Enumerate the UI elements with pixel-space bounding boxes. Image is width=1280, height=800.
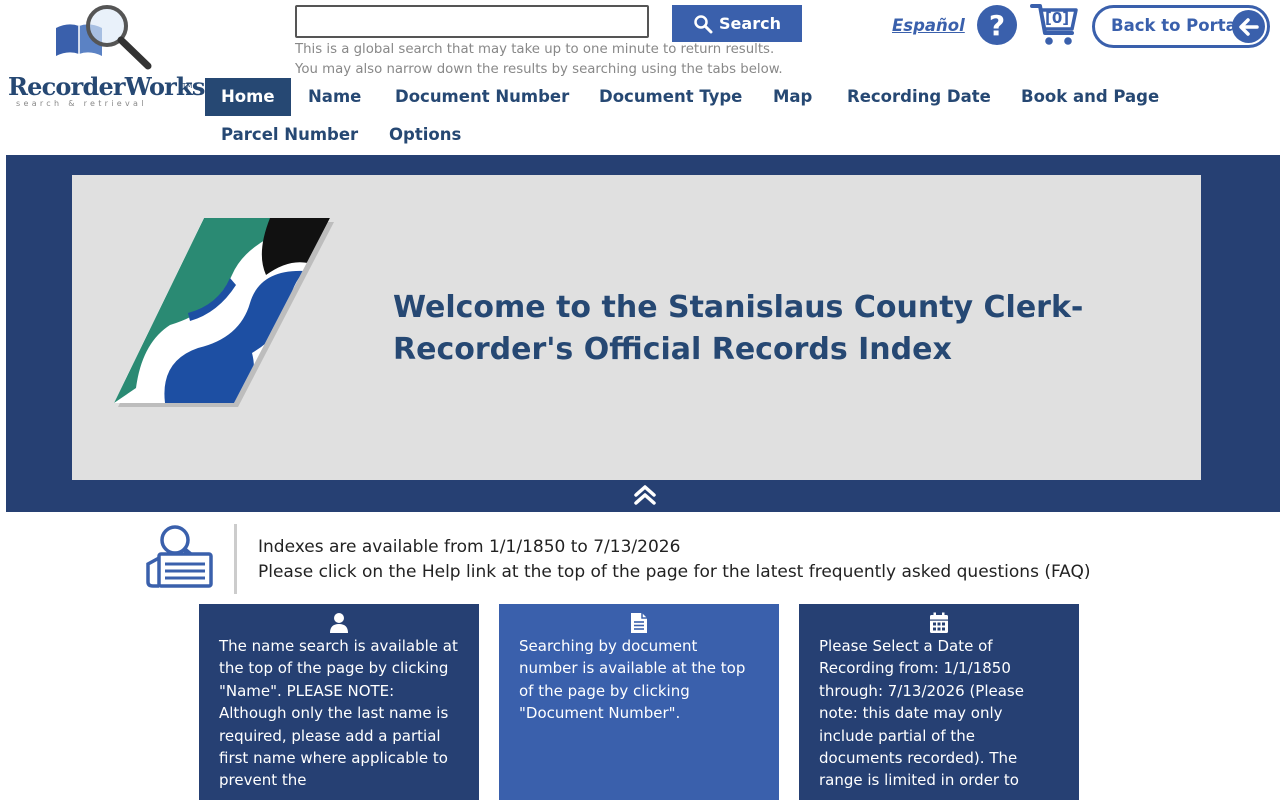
magnifier-icon	[694, 14, 713, 33]
welcome-panel: Welcome to the Stanislaus County Clerk- …	[72, 175, 1201, 480]
language-link[interactable]: Español	[892, 16, 965, 35]
search-hint-line1: This is a global search that may take up…	[295, 42, 775, 57]
tab-recording-date[interactable]: Recording Date	[831, 78, 1007, 116]
welcome-banner: Welcome to the Stanislaus County Clerk- …	[6, 155, 1280, 512]
search-button[interactable]: Search	[672, 5, 802, 42]
search-hint-line2: You may also narrow down the results by …	[295, 62, 783, 77]
cart-count: [0]	[1045, 9, 1070, 27]
logo-tagline: search & retrieval	[16, 99, 147, 108]
back-to-portal-label: Back to Portal	[1111, 16, 1243, 35]
logo-trademark: TM	[182, 82, 193, 90]
recording-date-card[interactable]: Please Select a Date of Recording from: …	[799, 604, 1079, 800]
tab-options[interactable]: Options	[373, 116, 477, 154]
document-number-card-text: Searching by document number is availabl…	[519, 637, 746, 723]
recording-date-card-text: Please Select a Date of Recording from: …	[819, 637, 1024, 790]
county-seal-logo	[114, 218, 334, 407]
tab-document-type[interactable]: Document Type	[583, 78, 758, 116]
document-icon	[631, 613, 647, 633]
back-to-portal-button[interactable]: Back to Portal	[1092, 5, 1270, 48]
search-button-label: Search	[719, 14, 781, 33]
tab-book-and-page[interactable]: Book and Page	[1005, 78, 1175, 116]
info-document-icon	[146, 525, 213, 588]
global-search-input[interactable]	[295, 5, 649, 38]
help-icon[interactable]: ?	[977, 5, 1017, 45]
welcome-title: Welcome to the Stanislaus County Clerk- …	[393, 287, 1083, 371]
arrow-left-icon	[1232, 10, 1265, 43]
book-magnifier-icon	[56, 5, 152, 70]
help-faq-text: Please click on the Help link at the top…	[258, 562, 1091, 582]
welcome-title-line2: Recorder's Official Records Index	[393, 332, 952, 367]
calendar-icon	[930, 612, 948, 633]
info-divider	[234, 524, 237, 594]
info-text: Indexes are available from 1/1/1850 to 7…	[258, 535, 1091, 585]
cart-button[interactable]: [0]	[1030, 3, 1080, 47]
index-availability-text: Indexes are available from 1/1/1850 to 7…	[258, 537, 681, 557]
recorderworks-logo[interactable]: RecorderWorks TM search & retrieval	[6, 4, 205, 108]
welcome-title-line1: Welcome to the Stanislaus County Clerk-	[393, 290, 1084, 325]
tab-name[interactable]: Name	[292, 78, 377, 116]
document-number-card[interactable]: Searching by document number is availabl…	[499, 604, 779, 800]
tab-document-number[interactable]: Document Number	[379, 78, 585, 116]
search-hint: This is a global search that may take up…	[295, 40, 855, 80]
name-search-card-text: The name search is available at the top …	[219, 637, 458, 790]
name-search-card[interactable]: The name search is available at the top …	[199, 604, 479, 800]
user-icon	[330, 613, 348, 633]
tab-parcel-number[interactable]: Parcel Number	[205, 116, 374, 154]
logo-wordmark: RecorderWorks	[8, 72, 205, 101]
tab-map[interactable]: Map	[757, 78, 828, 116]
tab-home[interactable]: Home	[205, 78, 291, 116]
chevron-double-up-icon[interactable]	[632, 483, 658, 507]
